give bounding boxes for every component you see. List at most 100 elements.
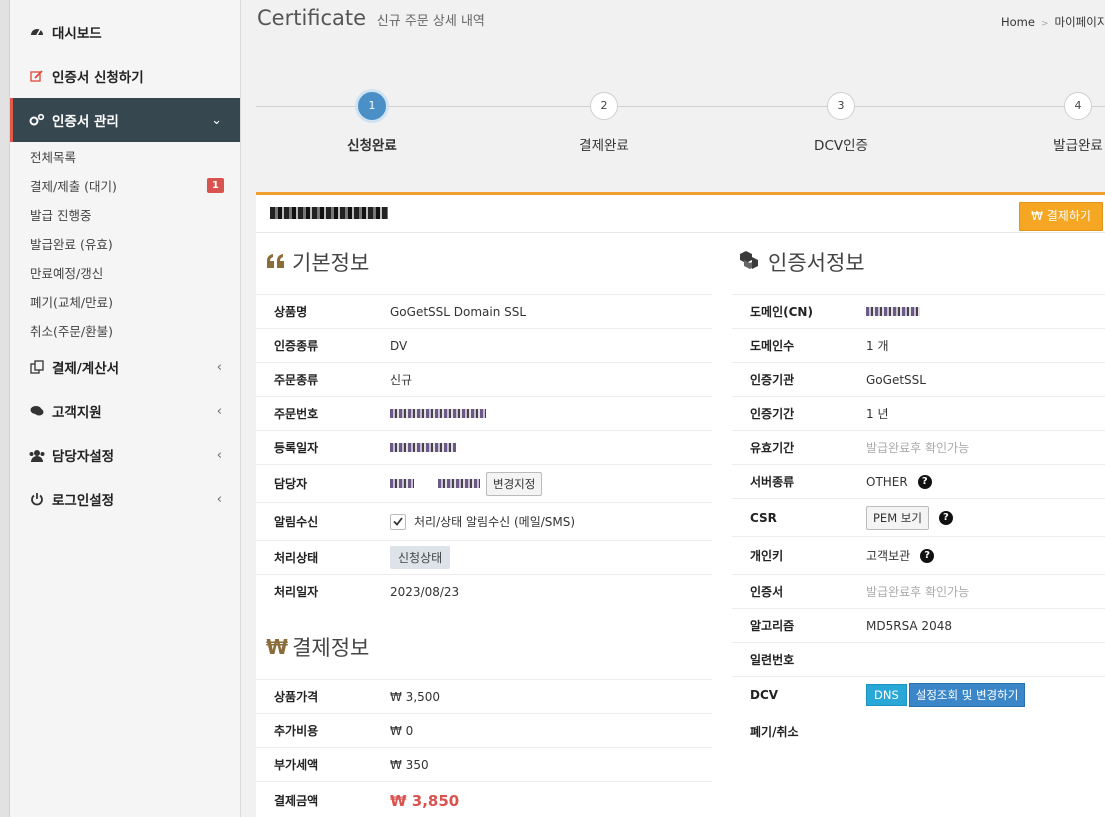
sidebar-sub-all[interactable]: 전체목록 <box>10 142 240 171</box>
sidebar-item-dashboard[interactable]: 대시보드 <box>10 10 240 54</box>
payment-info-table: 상품가격 ₩ 3,500 추가비용 ₩ 0 부가세액 ₩ 350 결제금액 ₩ 3,85… <box>256 679 712 817</box>
sidebar-item-label: 고객지원 <box>52 405 102 421</box>
row-label: 주문종류 <box>274 373 319 387</box>
sidebar-sub-label: 만료예정/갱신 <box>30 266 104 281</box>
redacted-order-number <box>390 409 486 418</box>
notify-checkbox[interactable] <box>390 513 406 530</box>
help-icon[interactable]: ? <box>917 474 932 489</box>
sidebar-sub-issued[interactable]: 발급완료 (유효) <box>10 229 240 258</box>
page-title-text: Certificate <box>257 6 367 30</box>
row-label: 알고리즘 <box>750 619 795 633</box>
chevron-left-icon: ‹ <box>216 403 222 419</box>
chevron-down-icon: ⌄ <box>211 112 222 128</box>
row-value: 처리/상태 알림수신 (메일/SMS) <box>390 513 712 530</box>
row-value: 신규 <box>390 373 413 387</box>
total-amount: ₩ 3,850 <box>390 791 460 810</box>
row-value: 변경지정 <box>390 471 712 496</box>
redacted-register-date <box>390 443 456 452</box>
step-4: 4 발급완료 <box>1018 92 1105 154</box>
row-label: 상품가격 <box>274 690 319 704</box>
table-row: 등록일자 <box>256 430 712 464</box>
breadcrumb-current[interactable]: 마이페이지 <box>1055 15 1105 29</box>
won-icon: ₩ <box>266 635 289 659</box>
row-value <box>390 409 712 418</box>
sidebar-item-contacts[interactable]: 담당자설정 ‹ <box>10 433 240 477</box>
redacted-manager-name <box>390 479 414 488</box>
sidebar-item-manage[interactable]: 인증서 관리 ⌄ <box>10 98 240 142</box>
sidebar-item-payment[interactable]: 결제/계산서 ‹ <box>10 345 240 389</box>
breadcrumb-home[interactable]: Home <box>1001 15 1035 29</box>
row-label: 처리상태 <box>274 551 319 565</box>
table-row: 처리일자 2023/08/23 <box>256 574 712 608</box>
sidebar-item-label: 대시보드 <box>52 26 102 42</box>
sidebar-item-support[interactable]: 고객지원 ‹ <box>10 389 240 433</box>
cert-info-heading: 인증서정보 <box>738 247 865 277</box>
basic-info-heading: 기본정보 <box>266 247 369 277</box>
pay-button[interactable]: ₩ 결제하기 <box>1019 202 1103 231</box>
step-3: 3 DCV인증 <box>781 92 901 154</box>
comments-icon <box>28 405 46 417</box>
step-number: 1 <box>358 92 386 120</box>
redacted-domain <box>866 307 920 316</box>
step-1: 1 신청완료 <box>312 92 432 154</box>
view-pem-button[interactable]: PEM 보기 <box>866 505 929 530</box>
sidebar-sub-progress[interactable]: 발급 진행중 <box>10 200 240 229</box>
chevron-left-icon: ‹ <box>216 359 222 375</box>
sidebar-sub-label: 결제/제출 (대기) <box>30 179 117 194</box>
row-value: PEM 보기? <box>866 505 1105 530</box>
table-row: 상품가격 ₩ 3,500 <box>256 679 712 713</box>
sidebar-sub-expiring[interactable]: 만료예정/갱신 <box>10 258 240 287</box>
sidebar-item-apply[interactable]: 인증서 신청하기 <box>10 54 240 98</box>
step-number: 4 <box>1064 92 1092 120</box>
row-label: 등록일자 <box>274 441 319 455</box>
row-value: 1 년 <box>866 407 889 421</box>
page-title: Certificate 신규 주문 상세 내역 <box>257 6 485 30</box>
table-row: 부가세액 ₩ 350 <box>256 747 712 781</box>
sidebar-sub-pending[interactable]: 결제/제출 (대기) 1 <box>10 171 240 200</box>
sidebar-sub-cancelled[interactable]: 취소(주문/환불) <box>10 316 240 345</box>
table-row: 주문종류 신규 <box>256 362 712 396</box>
table-row: 알고리즘 MD5RSA 2048 <box>732 608 1105 642</box>
sidebar-sub-revoked[interactable]: 폐기(교체/만료) <box>10 287 240 316</box>
breadcrumb: Home > 마이페이지 <box>1001 14 1105 30</box>
panel-header: ₩ 결제하기 <box>256 195 1105 233</box>
step-2: 2 결제완료 <box>544 92 664 154</box>
sidebar-sub-label: 취소(주문/환불) <box>30 324 113 339</box>
help-icon[interactable]: ? <box>920 548 935 563</box>
row-label: 알림수신 <box>274 515 319 529</box>
row-value: 1 개 <box>866 339 889 353</box>
table-row: 도메인(CN) <box>732 294 1105 328</box>
row-label: 폐기/취소 <box>750 724 799 739</box>
progress-steps: 1 신청완료 2 결제완료 3 DCV인증 4 발급완료 <box>256 80 1105 170</box>
row-label: CSR <box>750 510 777 525</box>
assign-manager-button[interactable]: 변경지정 <box>486 471 543 496</box>
breadcrumb-separator-icon: > <box>1040 19 1049 29</box>
row-value: GoGetSSL <box>866 372 926 387</box>
sidebar-sub-label: 발급 진행중 <box>30 208 92 223</box>
cert-info-table: 도메인(CN) 도메인수 1 개 인증기관 GoGetSSL 인증기간 1 년 유효기… <box>732 294 1105 750</box>
table-row: DCV DNS 설정조회 및 변경하기 <box>732 676 1105 712</box>
sidebar: 대시보드 인증서 신청하기 인증서 관리 ⌄ 전체목록 결제/제출 (대기) 1 … <box>10 0 241 817</box>
users-icon <box>28 449 46 462</box>
table-row: 인증서 발급완료후 확인가능 <box>732 574 1105 608</box>
help-icon[interactable]: ? <box>938 510 953 525</box>
row-label: 인증기간 <box>750 407 795 421</box>
sidebar-item-login[interactable]: 로그인설정 ‹ <box>10 477 240 521</box>
table-row: 처리상태 신청상태 <box>256 540 712 574</box>
dashboard-icon <box>28 25 46 39</box>
row-label: 일련번호 <box>750 653 795 667</box>
sidebar-item-label: 인증서 관리 <box>52 114 119 130</box>
table-row: 도메인수 1 개 <box>732 328 1105 362</box>
chevron-left-icon: ‹ <box>216 447 222 463</box>
row-value <box>866 307 1105 316</box>
row-label: 유효기간 <box>750 441 795 455</box>
status-badge: 신청상태 <box>390 546 451 569</box>
dcv-settings-button[interactable]: 설정조회 및 변경하기 <box>908 682 1026 707</box>
row-value: DV <box>390 338 408 353</box>
row-label: 상품명 <box>274 305 308 319</box>
sidebar-item-label: 로그인설정 <box>52 493 115 509</box>
row-label: 도메인수 <box>750 339 795 353</box>
table-row: 서버종류 OTHER? <box>732 464 1105 498</box>
sidebar-item-label: 결제/계산서 <box>52 361 120 377</box>
heading-text: 결제정보 <box>292 636 370 660</box>
